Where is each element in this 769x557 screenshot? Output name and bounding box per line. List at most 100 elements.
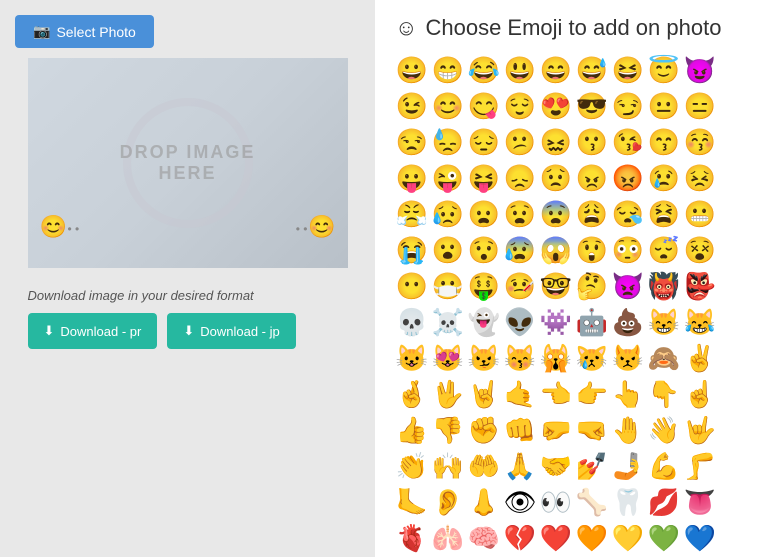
emoji-item[interactable]: 👹: [647, 269, 681, 303]
emoji-item[interactable]: 😢: [647, 161, 681, 195]
emoji-item[interactable]: ✌️: [683, 341, 717, 375]
emoji-item[interactable]: 🦷: [611, 485, 645, 519]
emoji-item[interactable]: 😦: [467, 197, 501, 231]
emoji-item[interactable]: 😥: [431, 197, 465, 231]
emoji-item[interactable]: 😉: [395, 89, 429, 123]
emoji-item[interactable]: 😺: [395, 341, 429, 375]
emoji-item[interactable]: 😑: [683, 89, 717, 123]
emoji-item[interactable]: 😀: [395, 53, 429, 87]
emoji-item[interactable]: 😭: [395, 233, 429, 267]
emoji-item[interactable]: 😨: [539, 197, 573, 231]
emoji-item[interactable]: 😳: [611, 233, 645, 267]
emoji-item[interactable]: 🙈: [647, 341, 681, 375]
emoji-item[interactable]: 💛: [611, 521, 645, 555]
emoji-item[interactable]: 🦴: [575, 485, 609, 519]
emoji-item[interactable]: 😵: [683, 233, 717, 267]
emoji-item[interactable]: 🙀: [539, 341, 573, 375]
emoji-item[interactable]: 😠: [575, 161, 609, 195]
emoji-item[interactable]: 🖖: [431, 377, 465, 411]
emoji-item[interactable]: 😒: [395, 125, 429, 159]
emoji-item[interactable]: 👺: [683, 269, 717, 303]
emoji-item[interactable]: 😇: [647, 53, 681, 87]
emoji-item[interactable]: 👏: [395, 449, 429, 483]
emoji-item[interactable]: 😓: [431, 125, 465, 159]
emoji-item[interactable]: 🫀: [395, 521, 429, 555]
emoji-item[interactable]: 🧠: [467, 521, 501, 555]
emoji-item[interactable]: 💙: [683, 521, 717, 555]
emoji-item[interactable]: 😻: [431, 341, 465, 375]
emoji-item[interactable]: 😴: [647, 233, 681, 267]
emoji-item[interactable]: 👋: [647, 413, 681, 447]
emoji-item[interactable]: 😤: [395, 197, 429, 231]
emoji-item[interactable]: 🤑: [467, 269, 501, 303]
emoji-item[interactable]: 🤒: [503, 269, 537, 303]
emoji-item[interactable]: ❤️: [539, 521, 573, 555]
emoji-item[interactable]: 😗: [575, 125, 609, 159]
emoji-item[interactable]: 😆: [611, 53, 645, 87]
emoji-item[interactable]: 😝: [467, 161, 501, 195]
emoji-item[interactable]: 🤖: [575, 305, 609, 339]
emoji-item[interactable]: 💅: [575, 449, 609, 483]
emoji-item[interactable]: 🧡: [575, 521, 609, 555]
emoji-item[interactable]: 🦵: [683, 449, 717, 483]
emoji-item[interactable]: 😜: [431, 161, 465, 195]
emoji-item[interactable]: 💪: [647, 449, 681, 483]
emoji-item[interactable]: 😲: [575, 233, 609, 267]
emoji-item[interactable]: 👆: [611, 377, 645, 411]
emoji-item[interactable]: 😰: [503, 233, 537, 267]
emoji-item[interactable]: 🤙: [503, 377, 537, 411]
emoji-item[interactable]: 😩: [575, 197, 609, 231]
emoji-item[interactable]: 😱: [539, 233, 573, 267]
emoji-item[interactable]: 😊: [431, 89, 465, 123]
emoji-item[interactable]: 💋: [647, 485, 681, 519]
emoji-item[interactable]: 😎: [575, 89, 609, 123]
emoji-item[interactable]: 💚: [647, 521, 681, 555]
emoji-item[interactable]: 😶: [395, 269, 429, 303]
emoji-item[interactable]: ☠️: [431, 305, 465, 339]
emoji-item[interactable]: 👀: [539, 485, 573, 519]
emoji-item[interactable]: 👽: [503, 305, 537, 339]
emoji-item[interactable]: 😙: [647, 125, 681, 159]
emoji-item[interactable]: 💩: [611, 305, 645, 339]
emoji-item[interactable]: 😹: [683, 305, 717, 339]
emoji-item[interactable]: 👉: [575, 377, 609, 411]
emoji-item[interactable]: 🫁: [431, 521, 465, 555]
emoji-item[interactable]: 😂: [467, 53, 501, 87]
emoji-item[interactable]: 😕: [503, 125, 537, 159]
emoji-item[interactable]: 😄: [539, 53, 573, 87]
emoji-item[interactable]: 🙏: [503, 449, 537, 483]
emoji-item[interactable]: 😫: [647, 197, 681, 231]
emoji-item[interactable]: 💀: [395, 305, 429, 339]
emoji-item[interactable]: ✊: [467, 413, 501, 447]
emoji-item[interactable]: 😞: [503, 161, 537, 195]
emoji-item[interactable]: 😚: [683, 125, 717, 159]
emoji-item[interactable]: 😖: [539, 125, 573, 159]
emoji-item[interactable]: 😬: [683, 197, 717, 231]
emoji-item[interactable]: 😮: [431, 233, 465, 267]
emoji-item[interactable]: 👎: [431, 413, 465, 447]
emoji-item[interactable]: 😌: [503, 89, 537, 123]
emoji-item[interactable]: 🙌: [431, 449, 465, 483]
emoji-item[interactable]: 👈: [539, 377, 573, 411]
emoji-item[interactable]: 😸: [647, 305, 681, 339]
emoji-item[interactable]: 👍: [395, 413, 429, 447]
download-png-button[interactable]: ⬇ Download - pr: [28, 313, 158, 349]
emoji-item[interactable]: 🤞: [395, 377, 429, 411]
emoji-item[interactable]: 🤛: [539, 413, 573, 447]
emoji-item[interactable]: 🤔: [575, 269, 609, 303]
emoji-item[interactable]: 🤜: [575, 413, 609, 447]
emoji-item[interactable]: 👁: [503, 485, 537, 519]
emoji-item[interactable]: 😁: [431, 53, 465, 87]
emoji-item[interactable]: 💔: [503, 521, 537, 555]
emoji-item[interactable]: 👻: [467, 305, 501, 339]
emoji-item[interactable]: 🦶: [395, 485, 429, 519]
emoji-item[interactable]: 😍: [539, 89, 573, 123]
emoji-item[interactable]: 🤲: [467, 449, 501, 483]
emoji-item[interactable]: 😃: [503, 53, 537, 87]
emoji-item[interactable]: 👿: [611, 269, 645, 303]
emoji-item[interactable]: 😏: [611, 89, 645, 123]
emoji-item[interactable]: 😋: [467, 89, 501, 123]
emoji-item[interactable]: 😘: [611, 125, 645, 159]
emoji-item[interactable]: 😣: [683, 161, 717, 195]
emoji-item[interactable]: 🤚: [611, 413, 645, 447]
